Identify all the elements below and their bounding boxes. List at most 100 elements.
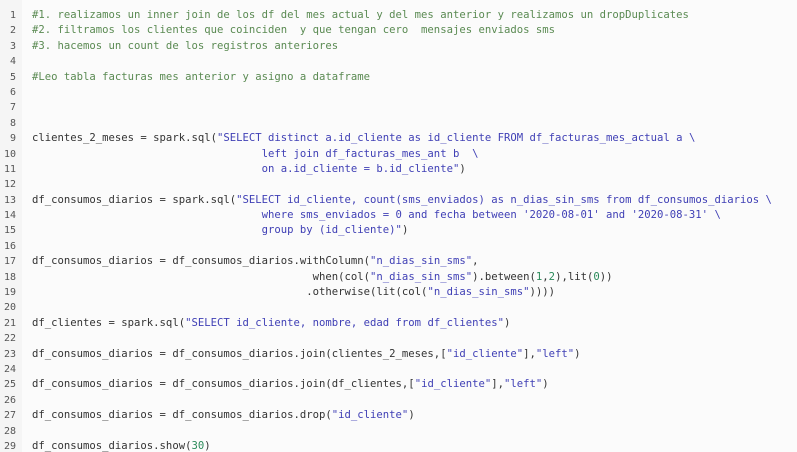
code-token-plain: ) (459, 162, 466, 175)
code-line[interactable]: 11 on a.id_cliente = b.id_cliente") (0, 162, 797, 177)
code-line[interactable]: 24 (0, 362, 797, 377)
line-number: 29 (3, 440, 16, 452)
code-line[interactable]: 25 df_consumos_diarios = df_consumos_diar… (0, 377, 797, 392)
code-lines[interactable]: 1 #1. realizamos un inner join de los df … (0, 8, 797, 452)
code-content: when(col("n_dias_sin_sms").between(1,2),… (32, 270, 797, 285)
line-number: 7 (9, 102, 16, 114)
code-line[interactable]: 6 (0, 85, 797, 100)
line-number: 19 (3, 287, 16, 299)
code-token-number: 30 (191, 439, 205, 452)
code-line[interactable]: 22 (0, 331, 797, 346)
line-number: 5 (9, 71, 16, 83)
code-token-plain: )))) (529, 286, 556, 299)
line-number: 3 (9, 40, 16, 52)
code-content: .otherwise(lit(col("n_dias_sin_sms")))) (32, 285, 797, 300)
line-number: 22 (3, 333, 16, 345)
code-line[interactable]: 28 (0, 424, 797, 439)
code-line[interactable]: 26 (0, 393, 797, 408)
code-line[interactable]: 17 df_consumos_diarios = df_consumos_diar… (0, 254, 797, 269)
code-token-plain: ) (204, 439, 211, 452)
code-token-plain: df_consumos_diarios = df_consumos_diario… (32, 409, 332, 422)
code-token-string: left join df_facturas_mes_ant b \ (32, 147, 479, 160)
code-line[interactable]: 29 df_consumos_diarios.show(30) (0, 439, 797, 452)
code-line[interactable]: 18 when(col("n_dias_sin_sms").between(1,… (0, 270, 797, 285)
code-content: #1. realizamos un inner join de los df d… (32, 8, 797, 23)
code-token-plain: df_consumos_diarios = spark.sql( (32, 193, 237, 206)
line-number: 8 (9, 117, 16, 129)
code-token-string: "id_cliente" (414, 378, 492, 391)
code-line[interactable]: 8 (0, 116, 797, 131)
code-token-plain: clientes_2_meses = spark.sql( (32, 132, 217, 145)
line-number: 25 (3, 379, 16, 391)
code-token-string: "n_dias_sin_sms" (370, 255, 473, 268)
code-content: on a.id_cliente = b.id_cliente") (32, 162, 797, 177)
code-content: #Leo tabla facturas mes anterior y asign… (32, 70, 797, 85)
line-number: 13 (3, 194, 16, 206)
code-token-string: "SELECT id_cliente, nombre, edad from df… (185, 316, 504, 329)
line-number: 1 (9, 10, 16, 21)
code-editor[interactable]: 1 #1. realizamos un inner join de los df … (0, 0, 797, 452)
code-line[interactable]: 12 (0, 177, 797, 192)
line-number: 16 (3, 240, 16, 252)
code-content: df_consumos_diarios.show(30) (32, 439, 797, 452)
code-token-string: "left" (535, 347, 575, 360)
code-line[interactable]: 20 (0, 300, 797, 315)
code-line[interactable]: 3 #3. hacemos un count de los registros a… (0, 39, 797, 54)
line-number: 4 (9, 56, 16, 68)
code-token-plain: ) (401, 224, 409, 237)
code-line[interactable]: 23 df_consumos_diarios = df_consumos_diar… (0, 347, 797, 362)
code-content: df_consumos_diarios = df_consumos_diario… (32, 377, 797, 392)
code-line[interactable]: 1 #1. realizamos un inner join de los df … (0, 8, 797, 23)
code-line[interactable]: 2 #2. filtramos los clientes que coincide… (0, 23, 797, 38)
code-token-plain: df_consumos_diarios.show( (32, 439, 192, 452)
code-token-plain: , (472, 255, 479, 268)
code-line[interactable]: 9 clientes_2_meses = spark.sql("SELECT di… (0, 131, 797, 146)
code-line[interactable]: 4 (0, 54, 797, 69)
code-content: where sms_enviados = 0 and fecha between… (32, 208, 797, 223)
code-line[interactable]: 14 where sms_enviados = 0 and fecha betw… (0, 208, 797, 223)
code-token-comment: #1. realizamos un inner join de los df d… (32, 9, 689, 21)
code-token-plain: ], (491, 378, 504, 391)
code-token-plain: df_consumos_diarios = df_consumos_diario… (32, 347, 447, 360)
code-line[interactable]: 10 left join df_facturas_mes_ant b \ (0, 147, 797, 162)
code-content: df_consumos_diarios = df_consumos_diario… (32, 408, 797, 423)
code-token-plain: df_consumos_diarios = df_consumos_diario… (32, 378, 415, 391)
code-token-plain: ) (503, 316, 511, 329)
code-token-plain: df_clientes = spark.sql( (32, 316, 186, 329)
code-token-string: where sms_enviados = 0 and fecha between… (32, 209, 721, 222)
code-token-string: group by (id_cliente)" (32, 224, 402, 237)
code-content: #3. hacemos un count de los registros an… (32, 39, 797, 54)
code-token-comment: #Leo tabla facturas mes anterior y asign… (32, 70, 371, 83)
code-line[interactable]: 27 df_consumos_diarios = df_consumos_diar… (0, 408, 797, 423)
code-line[interactable]: 21 df_clientes = spark.sql("SELECT id_cli… (0, 316, 797, 331)
line-number: 18 (3, 271, 16, 283)
code-token-string: "SELECT id_cliente, count(sms_enviados) … (236, 193, 772, 206)
code-token-string: "id_cliente" (331, 409, 409, 422)
code-content: df_consumos_diarios = df_consumos_diario… (32, 254, 797, 269)
code-line[interactable]: 13 df_consumos_diarios = spark.sql("SELEC… (0, 193, 797, 208)
code-token-string: "SELECT distinct a.id_cliente as id_clie… (216, 132, 696, 145)
code-line[interactable]: 16 (0, 239, 797, 254)
code-content: df_clientes = spark.sql("SELECT id_clien… (32, 316, 797, 331)
code-line[interactable]: 5 #Leo tabla facturas mes anterior y asig… (0, 70, 797, 85)
line-number: 20 (3, 302, 16, 314)
code-token-plain: ),lit( (555, 270, 594, 283)
code-token-plain: ) (408, 409, 415, 422)
line-number: 12 (3, 179, 16, 191)
line-number: 27 (3, 410, 16, 422)
code-token-plain: df_consumos_diarios = df_consumos_diario… (32, 255, 371, 268)
line-number: 28 (3, 425, 16, 437)
line-number: 10 (3, 148, 16, 160)
code-token-plain: ], (523, 347, 536, 360)
code-content: group by (id_cliente)") (32, 223, 797, 238)
code-line[interactable]: 15 group by (id_cliente)") (0, 223, 797, 238)
code-line[interactable]: 7 (0, 100, 797, 115)
line-number: 26 (3, 394, 16, 406)
code-token-string: on a.id_cliente = b.id_cliente" (32, 162, 460, 175)
code-token-plain: .otherwise(lit(col( (32, 286, 428, 299)
code-line[interactable]: 19 .otherwise(lit(col("n_dias_sin_sms"))… (0, 285, 797, 300)
line-number: 9 (9, 133, 16, 145)
code-token-string: "n_dias_sin_sms" (427, 286, 530, 299)
line-number: 6 (9, 86, 16, 98)
code-token-plain: ).between( (472, 270, 536, 283)
